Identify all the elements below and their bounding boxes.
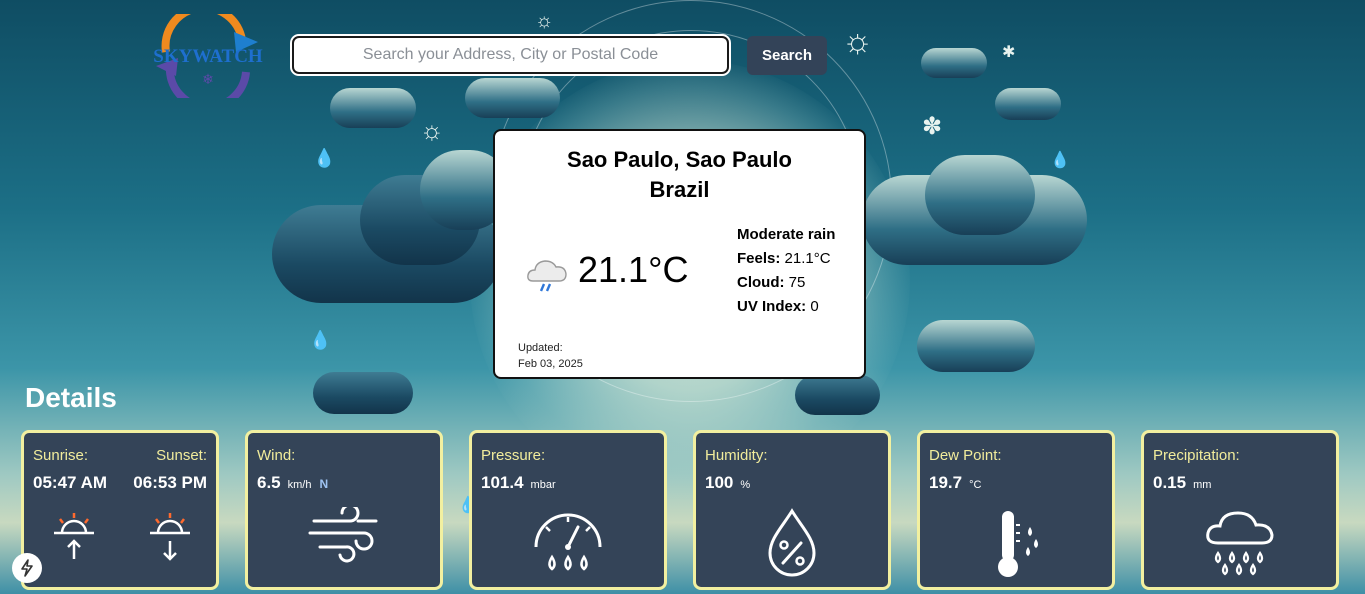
background-cloud (995, 88, 1061, 120)
humidity-label: Humidity: (705, 447, 768, 464)
feels-label: Feels: (737, 250, 781, 267)
updated-date: Feb 03, 2025 (518, 358, 583, 370)
background-cloud (313, 372, 413, 414)
search-input[interactable] (292, 36, 729, 74)
humidity-number: 100 (705, 473, 734, 492)
humidity-card: Humidity: 100% (693, 430, 891, 590)
lightning-icon (21, 559, 33, 577)
snowflake-icon: ✱ (1002, 44, 1016, 61)
dew-point-card: Dew Point: 19.7 °C (917, 430, 1115, 590)
background-cloud (921, 48, 987, 78)
background-cloud (917, 320, 1035, 372)
raindrop-icon: 💧 (313, 148, 336, 168)
dew-point-unit: °C (969, 479, 982, 491)
humidity-drop-icon (768, 508, 816, 577)
pressure-card: Pressure: 101.4 mbar (469, 430, 667, 590)
sunset-value: 06:53 PM (133, 473, 207, 492)
precipitation-card: Precipitation: 0.15 mm (1141, 430, 1339, 590)
uv-value: 0 (810, 298, 819, 315)
pressure-label: Pressure: (481, 447, 546, 464)
wind-label: Wind: (257, 447, 296, 464)
weather-conditions: Moderate rain Feels: 21.1°C Cloud: 75 UV… (737, 223, 835, 319)
updated-info: Updated: Feb 03, 2025 (518, 340, 583, 372)
sun-icon: ☼ (535, 10, 554, 32)
pressure-number: 101.4 (481, 473, 524, 492)
background-cloud (465, 78, 560, 118)
pressure-unit: mbar (530, 479, 556, 491)
wind-direction: N (319, 477, 329, 491)
sunset-icon (150, 513, 190, 561)
svg-text:❄: ❄ (202, 71, 214, 87)
precipitation-value: 0.15 mm (1153, 473, 1211, 493)
snowflake-icon: ✽ (922, 113, 943, 140)
sunset-label: Sunset: (156, 447, 207, 464)
cloud-rain-icon (527, 260, 567, 292)
humidity-unit: % (740, 479, 751, 491)
svg-text:SKYWATCH: SKYWATCH (153, 46, 263, 67)
raindrop-icon: 💧 (1050, 152, 1070, 169)
precipitation-unit: mm (1193, 479, 1212, 491)
pressure-gauge-icon (534, 513, 602, 571)
updated-label: Updated: (518, 342, 563, 354)
cloud-label: Cloud: (737, 274, 785, 291)
dew-point-label: Dew Point: (929, 447, 1002, 464)
dew-point-value: 19.7 °C (929, 473, 981, 493)
sun-times-card: Sunrise: Sunset: 05:47 AM 06:53 PM (21, 430, 219, 590)
humidity-value: 100% (705, 473, 750, 493)
wind-speed: 6.5 (257, 473, 281, 492)
background-cloud (330, 88, 416, 128)
raindrop-icon: 💧 (309, 330, 332, 350)
wind-icon (308, 507, 378, 563)
cloud-value: 75 (788, 274, 806, 291)
thermometer-icon (998, 511, 1038, 577)
background-cloud (795, 375, 880, 415)
background-cloud (925, 155, 1035, 235)
current-weather-card: Sao Paulo, Sao Paulo Brazil 21.1°C Moder… (493, 129, 866, 379)
uv-label: UV Index: (737, 298, 807, 315)
precipitation-label: Precipitation: (1153, 447, 1240, 464)
pressure-value: 101.4 mbar (481, 473, 556, 493)
skywatch-logo[interactable]: SKYWATCH ❄ (150, 3, 268, 112)
location-country: Brazil (649, 177, 710, 202)
feels-value: 21.1°C (784, 250, 831, 267)
location-name: Sao Paulo, Sao Paulo Brazil (495, 145, 864, 205)
lightning-button[interactable] (12, 553, 42, 583)
cloud-rain-icon (1206, 511, 1274, 576)
temperature-value: 21.1°C (578, 249, 689, 290)
sunrise-icon (54, 513, 94, 559)
details-heading: Details (25, 382, 117, 413)
sun-icon: ☼ (842, 22, 874, 60)
condition-text: Moderate rain (737, 226, 836, 243)
wind-card: Wind: 6.5 km/h N (245, 430, 443, 590)
precipitation-number: 0.15 (1153, 473, 1187, 492)
location-city: Sao Paulo, Sao Paulo (567, 147, 792, 172)
search-button[interactable]: Search (747, 36, 827, 75)
sun-icon: ☼ (420, 115, 444, 145)
sunrise-value: 05:47 AM (33, 473, 108, 492)
sunrise-label: Sunrise: (33, 447, 89, 464)
wind-value: 6.5 km/h N (257, 473, 328, 493)
dew-point-number: 19.7 (929, 473, 963, 492)
wind-unit: km/h (287, 479, 312, 491)
